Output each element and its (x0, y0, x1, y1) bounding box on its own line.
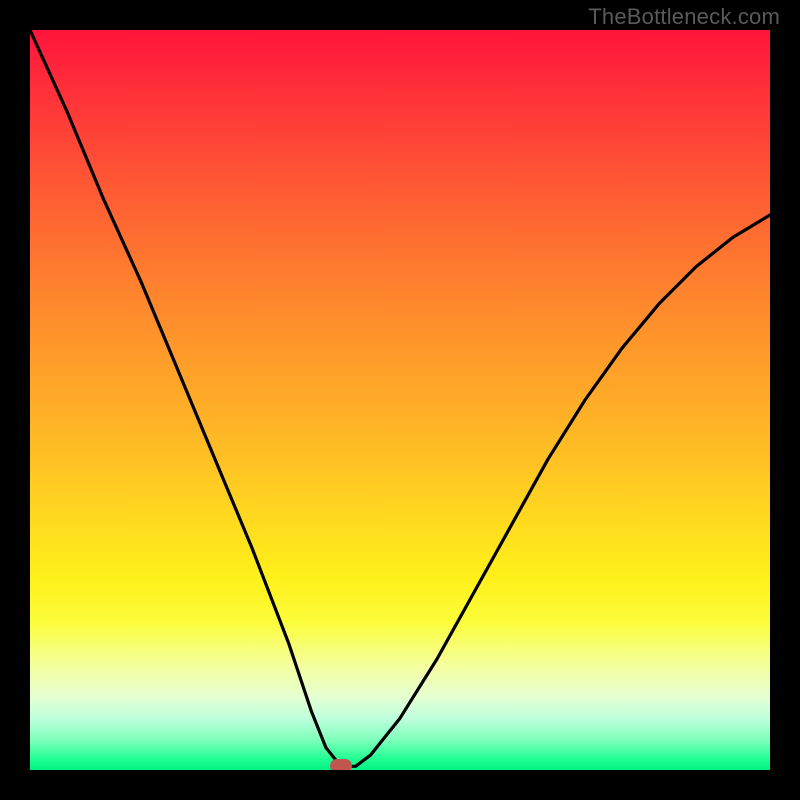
minimum-marker (330, 759, 352, 770)
curve-svg (30, 30, 770, 770)
plot-area (30, 30, 770, 770)
bottleneck-curve (30, 30, 770, 766)
bottom-frame-strip (30, 770, 770, 780)
chart-frame: TheBottleneck.com (0, 0, 800, 800)
watermark-text: TheBottleneck.com (588, 4, 780, 30)
